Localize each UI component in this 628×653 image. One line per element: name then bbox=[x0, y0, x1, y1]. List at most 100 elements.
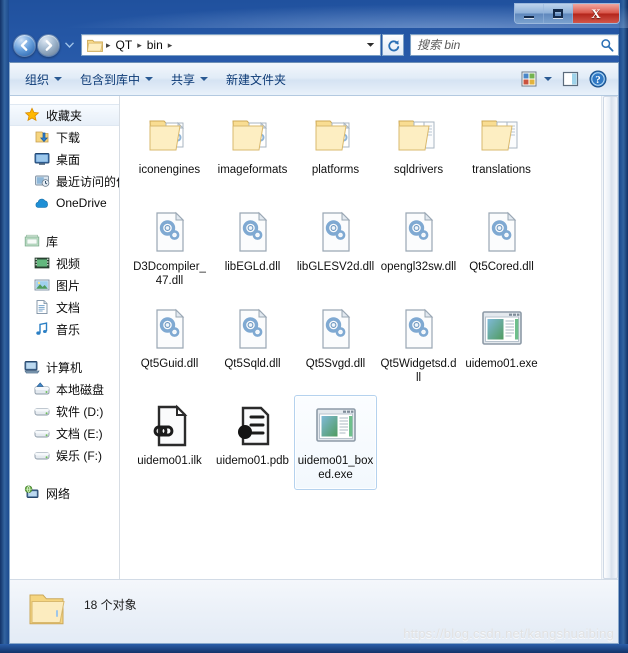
back-button[interactable] bbox=[13, 33, 36, 57]
minimize-button[interactable] bbox=[515, 4, 544, 23]
sidebar-item-label: 下载 bbox=[56, 130, 81, 145]
folder-icon bbox=[87, 39, 103, 52]
sidebar-group-label: 库 bbox=[46, 234, 59, 249]
sidebar-item-0-0[interactable]: 下载 bbox=[10, 126, 119, 148]
file-tile[interactable]: platforms bbox=[294, 104, 377, 199]
sidebar-item-label: 娱乐 (F:) bbox=[56, 448, 102, 463]
search-input[interactable] bbox=[417, 38, 600, 52]
search-box[interactable] bbox=[410, 34, 619, 56]
window-body: 收藏夹下载桌面最近访问的位置 OneDrive 库视频图片文档音乐计算机本地磁盘软件… bbox=[10, 96, 618, 579]
sidebar-group-0: 收藏夹下载桌面最近访问的位置 OneDrive bbox=[10, 104, 119, 214]
library-icon bbox=[24, 234, 40, 247]
dll-file-icon bbox=[238, 308, 267, 349]
file-tile[interactable]: uidemo01.ilk bbox=[128, 395, 211, 490]
navigation-pane[interactable]: 收藏夹下载桌面最近访问的位置 OneDrive 库视频图片文档音乐计算机本地磁盘软件… bbox=[10, 96, 120, 579]
close-button[interactable]: X bbox=[573, 4, 619, 23]
maximize-button[interactable] bbox=[544, 4, 573, 23]
organize-button[interactable]: 组织 bbox=[16, 67, 71, 92]
sidebar-group-header-2[interactable]: 计算机 bbox=[10, 356, 119, 378]
sidebar-item-0-3[interactable]: OneDrive bbox=[10, 192, 119, 214]
help-button[interactable]: ? bbox=[584, 67, 612, 91]
include-in-library-label: 包含到库中 bbox=[80, 72, 141, 87]
sidebar-group-header-0[interactable]: 收藏夹 bbox=[10, 104, 119, 126]
forward-arrow-icon bbox=[45, 39, 53, 51]
include-in-library-button[interactable]: 包含到库中 bbox=[71, 67, 162, 92]
share-button[interactable]: 共享 bbox=[162, 67, 217, 92]
file-tile[interactable]: opengl32sw.dll bbox=[377, 201, 460, 296]
sidebar-item-1-1[interactable]: 图片 bbox=[10, 274, 119, 296]
sidebar-item-0-1[interactable]: 桌面 bbox=[10, 148, 119, 170]
sidebar-item-1-2[interactable]: 文档 bbox=[10, 296, 119, 318]
file-tile-selected[interactable]: uidemo01_boxed.exe bbox=[294, 395, 377, 490]
file-tile[interactable]: libGLESV2d.dll bbox=[294, 201, 377, 296]
file-tile[interactable]: uidemo01.pdb bbox=[211, 395, 294, 490]
scrollbar-thumb[interactable] bbox=[603, 96, 618, 579]
new-folder-button[interactable]: 新建文件夹 bbox=[217, 67, 295, 92]
sidebar-item-2-3[interactable]: 娱乐 (F:) bbox=[10, 444, 119, 466]
sidebar-item-2-0[interactable]: 本地磁盘 bbox=[10, 378, 119, 400]
file-tile[interactable]: libEGLd.dll bbox=[211, 201, 294, 296]
file-name-label: Qt5Guid.dll bbox=[140, 358, 199, 370]
file-tile[interactable]: D3Dcompiler_47.dll bbox=[128, 201, 211, 296]
desktop-icon bbox=[34, 153, 50, 165]
dll-file-icon bbox=[155, 308, 184, 349]
file-name-label: platforms bbox=[311, 164, 360, 176]
network-icon bbox=[24, 485, 39, 498]
close-icon: X bbox=[591, 6, 601, 21]
breadcrumb-item-qt[interactable]: QT bbox=[112, 37, 137, 53]
file-list-view[interactable]: iconengines imageformats platforms sqldrive… bbox=[120, 96, 618, 579]
sidebar-item-2-2[interactable]: 文档 (E:) bbox=[10, 422, 119, 444]
folder-gear-icon bbox=[314, 120, 350, 151]
status-bar: 18 个对象 https://blog.csdn.net/kangshuaibi… bbox=[10, 579, 618, 643]
file-name-label: imageformats bbox=[217, 164, 288, 176]
sidebar-group-header-3[interactable]: 网络 bbox=[10, 482, 119, 504]
preview-pane-icon bbox=[562, 71, 578, 87]
chevron-down-icon bbox=[366, 43, 374, 47]
maximize-icon bbox=[553, 9, 563, 18]
sidebar-item-label: 最近访问的位置 bbox=[56, 174, 119, 189]
file-tile[interactable]: uidemo01.exe bbox=[460, 298, 543, 393]
search-icon[interactable] bbox=[600, 38, 614, 52]
file-tile[interactable]: iconengines bbox=[128, 104, 211, 199]
sidebar-item-label: 本地磁盘 bbox=[56, 382, 105, 397]
chevron-down-icon[interactable] bbox=[544, 77, 552, 81]
videos-icon bbox=[34, 257, 50, 269]
file-tile[interactable]: Qt5Guid.dll bbox=[128, 298, 211, 393]
file-name-label: uidemo01_boxed.exe bbox=[297, 455, 374, 481]
chevron-down-icon bbox=[200, 77, 209, 81]
sidebar-item-2-1[interactable]: 软件 (D:) bbox=[10, 400, 119, 422]
drive-icon bbox=[34, 452, 50, 460]
folder-documents-icon bbox=[480, 120, 517, 151]
window-controls: X bbox=[514, 3, 620, 24]
file-tile[interactable]: sqldrivers bbox=[377, 104, 460, 199]
vertical-scrollbar[interactable] bbox=[601, 96, 618, 579]
file-name-label: Qt5Widgetsd.dll bbox=[380, 358, 457, 384]
sidebar-item-1-0[interactable]: 视频 bbox=[10, 252, 119, 274]
navigation-buttons bbox=[13, 33, 75, 57]
refresh-button[interactable] bbox=[382, 34, 404, 56]
sidebar-group-header-1[interactable]: 库 bbox=[10, 230, 119, 252]
breadcrumb-bar[interactable]: ▸ QT ▸ bin ▸ bbox=[81, 34, 381, 56]
file-tile[interactable]: imageformats bbox=[211, 104, 294, 199]
forward-button[interactable] bbox=[37, 33, 60, 57]
change-view-button[interactable] bbox=[517, 67, 556, 91]
sidebar-item-1-3[interactable]: 音乐 bbox=[10, 318, 119, 340]
breadcrumb-dropdown-button[interactable] bbox=[362, 35, 378, 55]
preview-pane-button[interactable] bbox=[556, 67, 584, 91]
title-bar[interactable]: X bbox=[0, 0, 628, 28]
file-grid: iconengines imageformats platforms sqldrive… bbox=[120, 96, 601, 579]
recent-pages-button[interactable] bbox=[64, 40, 75, 51]
computer-icon bbox=[24, 361, 40, 374]
application-icon bbox=[481, 311, 522, 345]
sidebar-item-0-2[interactable]: 最近访问的位置 bbox=[10, 170, 119, 192]
file-tile[interactable]: Qt5Sqld.dll bbox=[211, 298, 294, 393]
item-count-label: 18 个对象 bbox=[84, 598, 137, 612]
file-tile[interactable]: Qt5Widgetsd.dll bbox=[377, 298, 460, 393]
file-tile[interactable]: Qt5Cored.dll bbox=[460, 201, 543, 296]
file-tile[interactable]: Qt5Svgd.dll bbox=[294, 298, 377, 393]
breadcrumb-separator-2[interactable]: ▸ bbox=[167, 40, 174, 51]
file-tile[interactable]: translations bbox=[460, 104, 543, 199]
breadcrumb-item-bin[interactable]: bin bbox=[143, 37, 167, 53]
